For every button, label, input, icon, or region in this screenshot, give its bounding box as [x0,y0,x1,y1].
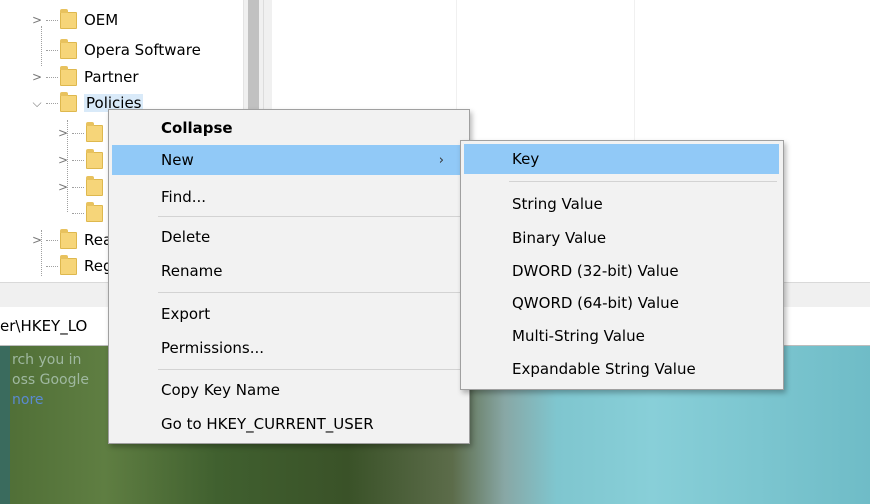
tree-item-label: OEM [84,11,119,29]
folder-icon [60,38,77,59]
tree-child-item[interactable]: > [56,121,103,145]
submenu-item-binary-value[interactable]: Binary Value [464,223,779,253]
tree-child-item[interactable]: > [56,148,103,172]
tree-item-partner[interactable]: > Partner [30,65,139,89]
menu-item-new[interactable]: New › [112,145,462,175]
tree-connector [72,186,84,188]
folder-icon [86,175,103,196]
menu-item-label: Binary Value [512,229,607,247]
chevron-right-icon[interactable]: > [56,180,70,194]
folder-icon [60,228,77,249]
menu-item-label: Rename [161,262,223,280]
chevron-right-icon[interactable]: > [30,233,44,247]
tree-item-label: Opera Software [84,41,201,59]
tree-child-item[interactable] [56,201,103,225]
menu-item-label: New [161,151,194,169]
tree-connector [46,19,58,21]
menu-separator [509,181,777,182]
submenu-item-key[interactable]: Key [464,144,779,174]
tree-connector [46,49,58,51]
chevron-right-icon[interactable]: > [30,70,44,84]
chevron-right-icon[interactable]: > [56,126,70,140]
tree-child-item[interactable]: > [56,175,103,199]
tree-item-rea[interactable]: > Rea [30,228,112,252]
tree-connector [46,102,58,104]
context-menu[interactable]: Collapse New › Find... Delete Rename Exp… [108,109,470,444]
menu-item-label: String Value [512,195,603,213]
menu-item-collapse[interactable]: Collapse [112,113,462,143]
menu-item-label: Copy Key Name [161,381,281,399]
new-submenu[interactable]: Key String Value Binary Value DWORD (32-… [460,140,784,390]
menu-separator [158,369,464,370]
wallpaper-edge [0,346,10,504]
menu-item-label: Go to HKEY_CURRENT_USER [161,415,374,433]
menu-item-label: Delete [161,228,211,246]
tree-item-oem[interactable]: > OEM [30,8,118,32]
submenu-item-multi-string-value[interactable]: Multi-String Value [464,321,779,351]
tree-item-reg[interactable]: Reg [30,254,113,278]
folder-icon [60,91,77,112]
folder-icon [86,201,103,222]
tree-item-opera-software[interactable]: Opera Software [30,38,201,62]
menu-item-label: DWORD (32-bit) Value [512,262,679,280]
submenu-item-qword-value[interactable]: QWORD (64-bit) Value [464,288,779,318]
menu-separator [158,216,464,217]
menu-item-label: QWORD (64-bit) Value [512,294,679,312]
scrollbar-thumb[interactable] [248,0,259,120]
menu-item-permissions[interactable]: Permissions... [112,333,462,363]
tree-connector [72,159,84,161]
menu-item-export[interactable]: Export [112,299,462,329]
menu-item-delete[interactable]: Delete [112,222,462,252]
menu-item-label: Expandable String Value [512,360,696,378]
menu-item-label: Multi-String Value [512,327,645,345]
folder-icon [60,254,77,275]
folder-icon [60,65,77,86]
address-path: er\HKEY_LO [0,317,88,335]
submenu-item-string-value[interactable]: String Value [464,189,779,219]
background-window-text: rch you in [12,352,82,368]
menu-item-label: Find... [161,188,207,206]
tree-item-label: Partner [84,68,139,86]
menu-item-label: Collapse [161,119,233,137]
folder-icon [60,8,77,29]
chevron-right-icon[interactable]: > [56,153,70,167]
menu-item-find[interactable]: Find... [112,182,462,212]
menu-item-label: Key [512,150,540,168]
submenu-item-dword-value[interactable]: DWORD (32-bit) Value [464,256,779,286]
menu-item-label: Permissions... [161,339,265,357]
menu-item-label: Export [161,305,211,323]
tree-connector [46,76,58,78]
chevron-right-icon[interactable]: > [30,13,44,27]
submenu-arrow-icon: › [438,152,444,168]
tree-connector [72,212,84,214]
background-window-link: nore [12,392,44,408]
tree-connector [72,132,84,134]
tree-connector [46,265,58,267]
menu-item-rename[interactable]: Rename [112,256,462,286]
background-window-text: oss Google [12,372,89,388]
menu-separator [158,292,464,293]
menu-item-copy-key-name[interactable]: Copy Key Name [112,375,462,405]
folder-icon [86,148,103,169]
tree-connector [46,239,58,241]
menu-item-goto-hkcu[interactable]: Go to HKEY_CURRENT_USER [112,409,462,439]
submenu-item-expandable-string-value[interactable]: Expandable String Value [464,354,779,384]
chevron-down-icon[interactable]: ⌵ [30,96,44,111]
folder-icon [86,121,103,142]
